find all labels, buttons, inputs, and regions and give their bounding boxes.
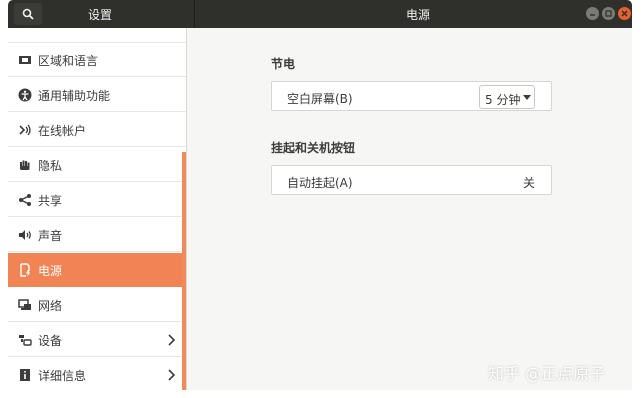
settings-sidebar: 区域和语言 通用辅助功能 在线帐户 隐私 共享 声音 电源 网络 设备 详细信息	[8, 28, 186, 390]
network-icon	[18, 299, 31, 310]
minimize-button[interactable]	[586, 7, 599, 20]
region-flag-icon	[19, 56, 31, 64]
power-saving-card: 空白屏幕(B) 5 分钟	[271, 81, 552, 111]
sidebar-item-details[interactable]: 详细信息	[8, 358, 186, 390]
sidebar-item-label: 通用辅助功能	[38, 89, 111, 103]
auto-suspend-value: 关	[523, 176, 536, 190]
share-icon	[19, 194, 31, 206]
sidebar-item-label: 声音	[38, 229, 63, 243]
sidebar-item-privacy[interactable]: 隐私	[8, 148, 186, 182]
sidebar-item-accessibility[interactable]: 通用辅助功能	[8, 78, 186, 112]
search-icon	[22, 8, 34, 20]
chevron-right-icon	[168, 369, 176, 381]
maximize-icon	[605, 10, 612, 17]
power-icon	[20, 263, 31, 277]
privacy-hand-icon	[20, 160, 30, 170]
speaker-icon	[19, 230, 31, 240]
watermark: 知乎 @正点原子	[488, 364, 606, 383]
sidebar-item-label: 设备	[38, 334, 63, 348]
sidebar-item-label: 详细信息	[38, 369, 87, 383]
sidebar-item-label: 网络	[38, 299, 63, 313]
blank-screen-label: 空白屏幕(B)	[287, 92, 353, 106]
suspend-card: 自动挂起(A) 关	[271, 165, 552, 195]
settings-title: 设置	[88, 8, 113, 22]
auto-suspend-label: 自动挂起(A)	[287, 176, 353, 190]
panel-title: 电源	[406, 8, 431, 22]
close-button[interactable]	[618, 7, 631, 20]
bottom-margin	[0, 390, 644, 398]
sidebar-item-sharing[interactable]: 共享	[8, 183, 186, 217]
header-divider	[194, 0, 195, 28]
sidebar-item-network[interactable]: 网络	[8, 288, 186, 322]
sidebar-item-power[interactable]: 电源	[8, 253, 186, 287]
devices-icon	[19, 335, 32, 346]
blank-screen-dropdown[interactable]: 5 分钟	[479, 85, 535, 109]
sidebar-item-region[interactable]: 区域和语言	[8, 43, 186, 77]
section-title-power-saving: 节电	[271, 57, 296, 71]
minimize-icon	[590, 14, 595, 16]
chevron-right-icon	[168, 334, 176, 346]
sidebar-item-label: 区域和语言	[38, 54, 99, 68]
power-panel: 节电 空白屏幕(B) 5 分钟 挂起和关机按钮 自动挂起(A) 关	[187, 28, 632, 390]
sidebar-item-devices[interactable]: 设备	[8, 323, 186, 357]
accessibility-icon	[18, 88, 32, 102]
sidebar-item-label: 电源	[38, 264, 63, 278]
auto-suspend-row[interactable]: 自动挂起(A) 关	[272, 166, 551, 194]
sidebar-item-label: 在线帐户	[38, 124, 87, 138]
header-bar: 设置 电源	[8, 0, 632, 28]
maximize-button[interactable]	[602, 7, 615, 20]
online-accounts-icon	[19, 124, 31, 136]
sidebar-item-online-accounts[interactable]: 在线帐户	[8, 113, 186, 147]
sidebar-item-sound[interactable]: 声音	[8, 218, 186, 252]
dropdown-arrow-icon	[523, 95, 531, 100]
close-icon	[621, 10, 628, 17]
sidebar-scrollbar[interactable]	[182, 152, 186, 390]
blank-screen-value: 5 分钟	[485, 93, 521, 107]
sidebar-item-label: 隐私	[38, 159, 63, 173]
sidebar-item-label: 共享	[38, 194, 63, 208]
search-button[interactable]	[14, 3, 42, 25]
info-icon	[20, 369, 30, 381]
section-title-suspend: 挂起和关机按钮	[271, 141, 356, 155]
sidebar-item-partial[interactable]	[8, 28, 186, 43]
